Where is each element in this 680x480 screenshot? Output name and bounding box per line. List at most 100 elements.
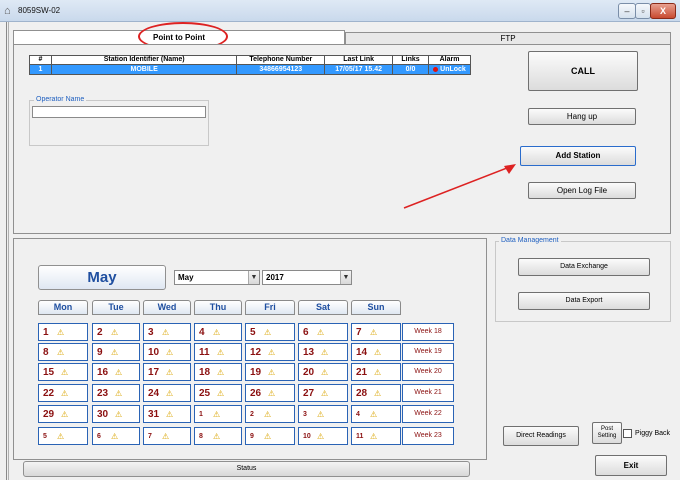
calendar-day-cell[interactable]: 6 ⚠ — [298, 323, 348, 341]
warning-icon: ⚠ — [213, 328, 221, 337]
calendar-day-cell[interactable]: 23 ⚠ — [92, 384, 140, 402]
calendar-day-cell[interactable]: 16 ⚠ — [92, 363, 140, 381]
calendar-day-cell[interactable]: 8 ⚠ — [194, 427, 242, 445]
calendar-day-cell[interactable]: 15 ⚠ — [38, 363, 88, 381]
calendar-day-cell[interactable]: 12 ⚠ — [245, 343, 295, 361]
col-alarm[interactable]: Alarm — [428, 55, 471, 65]
calendar-day-cell[interactable]: 6 ⚠ — [92, 427, 140, 445]
call-button[interactable]: CALL — [528, 51, 638, 91]
warning-icon: ⚠ — [370, 410, 378, 419]
day-number: 7 — [356, 327, 362, 338]
calendar-day-cell[interactable]: 9 ⚠ — [92, 343, 140, 361]
calendar-day-cell[interactable]: 3 ⚠ — [298, 405, 348, 423]
col-last-link[interactable]: Last Link — [324, 55, 394, 65]
warning-icon: ⚠ — [213, 432, 221, 441]
calendar-day-cell[interactable]: 8 ⚠ — [38, 343, 88, 361]
warning-icon: ⚠ — [57, 432, 65, 441]
day-number: 4 — [356, 411, 360, 418]
calendar-day-cell[interactable]: 2 ⚠ — [245, 405, 295, 423]
warning-icon: ⚠ — [321, 348, 329, 357]
exit-button[interactable]: Exit — [595, 455, 667, 476]
restore-button[interactable]: ▫ — [635, 3, 651, 19]
calendar-day-cell[interactable]: 13 ⚠ — [298, 343, 348, 361]
calendar-day-cell[interactable]: 1 ⚠ — [38, 323, 88, 341]
calendar-day-cell[interactable]: 11 ⚠ — [194, 343, 242, 361]
calendar-day-cell[interactable]: 27 ⚠ — [298, 384, 348, 402]
direct-readings-button[interactable]: Direct Readings — [503, 426, 579, 446]
week-label[interactable]: Week 21 — [402, 384, 454, 402]
warning-icon: ⚠ — [317, 410, 325, 419]
calendar-day-cell[interactable]: 31 ⚠ — [143, 405, 191, 423]
calendar-day-cell[interactable]: 29 ⚠ — [38, 405, 88, 423]
data-exchange-button[interactable]: Data Exchange — [518, 258, 650, 276]
calendar-day-cell[interactable]: 7 ⚠ — [143, 427, 191, 445]
calendar-day-cell[interactable]: 19 ⚠ — [245, 363, 295, 381]
data-export-button[interactable]: Data Export — [518, 292, 650, 310]
calendar-day-cell[interactable]: 10 ⚠ — [143, 343, 191, 361]
calendar-day-cell[interactable]: 9 ⚠ — [245, 427, 295, 445]
calendar-day-cell[interactable]: 30 ⚠ — [92, 405, 140, 423]
warning-icon: ⚠ — [374, 368, 382, 377]
week-label[interactable]: Week 23 — [402, 427, 454, 445]
operator-name-input[interactable] — [32, 106, 206, 118]
post-setting-button[interactable]: Post Setting — [592, 422, 622, 444]
calendar-day-cell[interactable]: 26 ⚠ — [245, 384, 295, 402]
day-number: 16 — [97, 367, 109, 378]
day-header-wed: Wed — [143, 300, 191, 315]
col-telephone-number[interactable]: Telephone Number — [236, 55, 326, 65]
calendar-day-cell[interactable]: 21 ⚠ — [351, 363, 401, 381]
warning-icon: ⚠ — [268, 368, 276, 377]
tab-ftp[interactable]: FTP — [345, 32, 671, 44]
calendar-day-cell[interactable]: 14 ⚠ — [351, 343, 401, 361]
calendar-day-cell[interactable]: 17 ⚠ — [143, 363, 191, 381]
calendar-day-cell[interactable]: 11 ⚠ — [351, 427, 401, 445]
calendar-day-cell[interactable]: 4 ⚠ — [351, 405, 401, 423]
day-number: 22 — [43, 388, 55, 399]
calendar-day-cell[interactable]: 5 ⚠ — [245, 323, 295, 341]
calendar-day-cell[interactable]: 3 ⚠ — [143, 323, 191, 341]
calendar-day-cell[interactable]: 25 ⚠ — [194, 384, 242, 402]
calendar-day-cell[interactable]: 5 ⚠ — [38, 427, 88, 445]
hang-up-button[interactable]: Hang up — [528, 108, 636, 125]
col-station-identifier[interactable]: Station Identifier (Name) — [50, 55, 238, 65]
calendar-day-cell[interactable]: 7 ⚠ — [351, 323, 401, 341]
calendar-day-cell[interactable]: 28 ⚠ — [351, 384, 401, 402]
calendar-day-cell[interactable]: 4 ⚠ — [194, 323, 242, 341]
day-number: 30 — [97, 409, 109, 420]
chevron-down-icon[interactable]: ▼ — [340, 271, 351, 284]
warning-icon: ⚠ — [374, 389, 382, 398]
col-links[interactable]: Links — [392, 55, 429, 65]
warning-icon: ⚠ — [115, 410, 123, 419]
week-label[interactable]: Week 19 — [402, 343, 454, 361]
add-station-button[interactable]: Add Station — [520, 146, 636, 166]
month-select[interactable]: May ▼ — [174, 270, 260, 285]
table-row[interactable]: 1 MOBILE 34866954123 17/05/17 15.42 0/0 … — [29, 64, 471, 75]
calendar-day-cell[interactable]: 20 ⚠ — [298, 363, 348, 381]
week-label[interactable]: Week 22 — [402, 405, 454, 423]
row-station-name: MOBILE — [50, 64, 238, 75]
piggy-back-checkbox[interactable] — [623, 429, 632, 438]
row-last-link: 17/05/17 15.42 — [324, 64, 394, 75]
minimize-button[interactable]: – — [618, 3, 636, 19]
calendar-day-cell[interactable]: 10 ⚠ — [298, 427, 348, 445]
day-number: 1 — [199, 411, 203, 418]
day-number: 1 — [43, 327, 49, 338]
month-select-value: May — [178, 273, 194, 282]
day-number: 31 — [148, 409, 160, 420]
year-select[interactable]: 2017 ▼ — [262, 270, 352, 285]
close-button[interactable]: X — [650, 3, 676, 19]
week-label[interactable]: Week 18 — [402, 323, 454, 341]
open-log-file-button[interactable]: Open Log File — [528, 182, 636, 199]
calendar-day-cell[interactable]: 24 ⚠ — [143, 384, 191, 402]
calendar-day-cell[interactable]: 2 ⚠ — [92, 323, 140, 341]
calendar-day-cell[interactable]: 22 ⚠ — [38, 384, 88, 402]
day-number: 10 — [303, 433, 311, 440]
calendar-day-cell[interactable]: 1 ⚠ — [194, 405, 242, 423]
col-number[interactable]: # — [29, 55, 52, 65]
warning-icon: ⚠ — [317, 328, 325, 337]
row-alarm: UnLock — [428, 64, 471, 75]
warning-icon: ⚠ — [217, 389, 225, 398]
chevron-down-icon[interactable]: ▼ — [248, 271, 259, 284]
week-label[interactable]: Week 20 — [402, 363, 454, 381]
calendar-day-cell[interactable]: 18 ⚠ — [194, 363, 242, 381]
